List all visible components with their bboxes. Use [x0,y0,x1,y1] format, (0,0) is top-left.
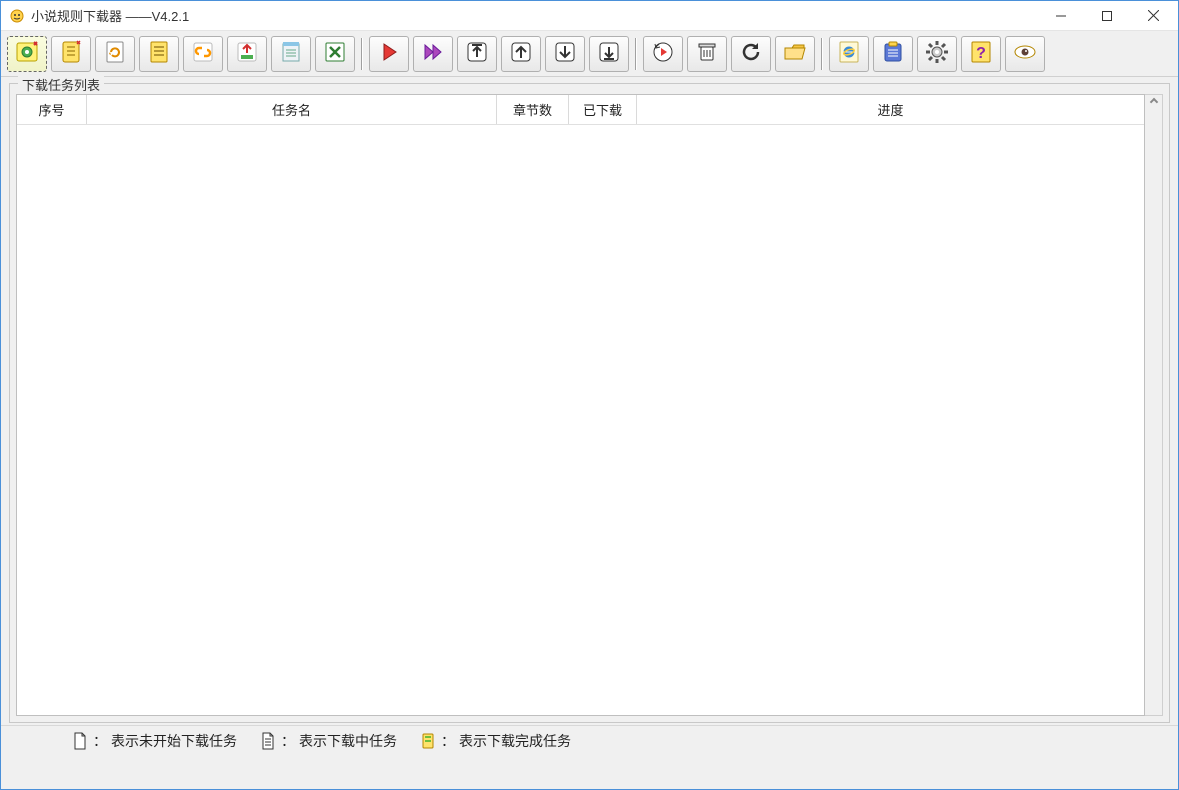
arrow-up-box-button[interactable] [457,36,497,72]
trash-icon [694,39,720,68]
fast-forward-button[interactable] [413,36,453,72]
notebook-yellow-icon [58,39,84,68]
window-title: 小说规则下载器 ——V4.2.1 [31,6,189,25]
arrow-down-button[interactable] [545,36,585,72]
notebook-yellow-button[interactable] [51,36,91,72]
maximize-button[interactable] [1084,1,1130,31]
scroll-up-icon [1149,98,1157,106]
status-not-started: ： 表示未开始下载任务 [71,731,237,751]
import-icon [234,39,260,68]
task-table[interactable]: 序号 任务名 章节数 已下载 进度 [16,94,1145,716]
arrow-down-box-icon [596,39,622,68]
group-label: 下载任务列表 [18,75,104,94]
help-button[interactable]: ? [961,36,1001,72]
fast-forward-icon [420,39,446,68]
excel-button[interactable] [315,36,355,72]
col-downloaded[interactable]: 已下载 [569,95,637,124]
folder-open-button[interactable] [775,36,815,72]
toolbar-separator [361,38,363,70]
app-icon [9,8,25,24]
gear-icon [924,39,950,68]
folder-open-icon [782,39,808,68]
status-not-started-label: 表示未开始下载任务 [111,731,237,751]
vertical-scrollbar[interactable] [1145,94,1163,716]
col-chapters[interactable]: 章节数 [497,95,569,124]
reload-icon [738,39,764,68]
status-completed: ： 表示下载完成任务 [419,731,571,751]
minimize-button[interactable] [1038,1,1084,31]
arrow-down-box-button[interactable] [589,36,629,72]
list-doc-button[interactable] [139,36,179,72]
close-button[interactable] [1130,1,1176,31]
arrow-down-icon [552,39,578,68]
arrow-up-box-icon [464,39,490,68]
settings-green-button[interactable] [7,36,47,72]
clipboard-button[interactable] [873,36,913,72]
status-completed-label: 表示下载完成任务 [459,731,571,751]
list-doc-icon [146,39,172,68]
import-button[interactable] [227,36,267,72]
clipboard-icon [880,39,906,68]
refresh-doc-button[interactable] [95,36,135,72]
play-icon [376,39,402,68]
refresh-doc-icon [102,39,128,68]
status-in-progress: ： 表示下载中任务 [259,731,397,751]
ie-icon [836,39,862,68]
arrow-up-icon [508,39,534,68]
notepad-icon [278,39,304,68]
doc-empty-icon [71,732,89,750]
eye-button[interactable] [1005,36,1045,72]
ie-button[interactable] [829,36,869,72]
settings-green-icon [14,39,40,68]
doc-done-icon [419,732,437,750]
col-progress[interactable]: 进度 [637,95,1144,124]
toolbar: ? [1,31,1178,77]
replay-button[interactable] [643,36,683,72]
task-list-group: 下载任务列表 序号 任务名 章节数 已下载 进度 [9,83,1170,723]
link-icon [190,39,216,68]
play-button[interactable] [369,36,409,72]
toolbar-separator [635,38,637,70]
doc-lines-icon [259,732,277,750]
gear-button[interactable] [917,36,957,72]
excel-icon [322,39,348,68]
reload-button[interactable] [731,36,771,72]
link-button[interactable] [183,36,223,72]
svg-text:?: ? [976,45,986,62]
replay-icon [650,39,676,68]
status-in-progress-label: 表示下载中任务 [299,731,397,751]
titlebar: 小说规则下载器 ——V4.2.1 [1,1,1178,31]
arrow-up-button[interactable] [501,36,541,72]
col-name[interactable]: 任务名 [87,95,497,124]
trash-button[interactable] [687,36,727,72]
help-icon: ? [968,39,994,68]
notepad-button[interactable] [271,36,311,72]
eye-icon [1012,39,1038,68]
table-header: 序号 任务名 章节数 已下载 进度 [17,95,1144,125]
toolbar-separator [821,38,823,70]
status-bar: ： 表示未开始下载任务 ： 表示下载中任务 ： 表示下载完成任务 [1,725,1178,755]
col-index[interactable]: 序号 [17,95,87,124]
